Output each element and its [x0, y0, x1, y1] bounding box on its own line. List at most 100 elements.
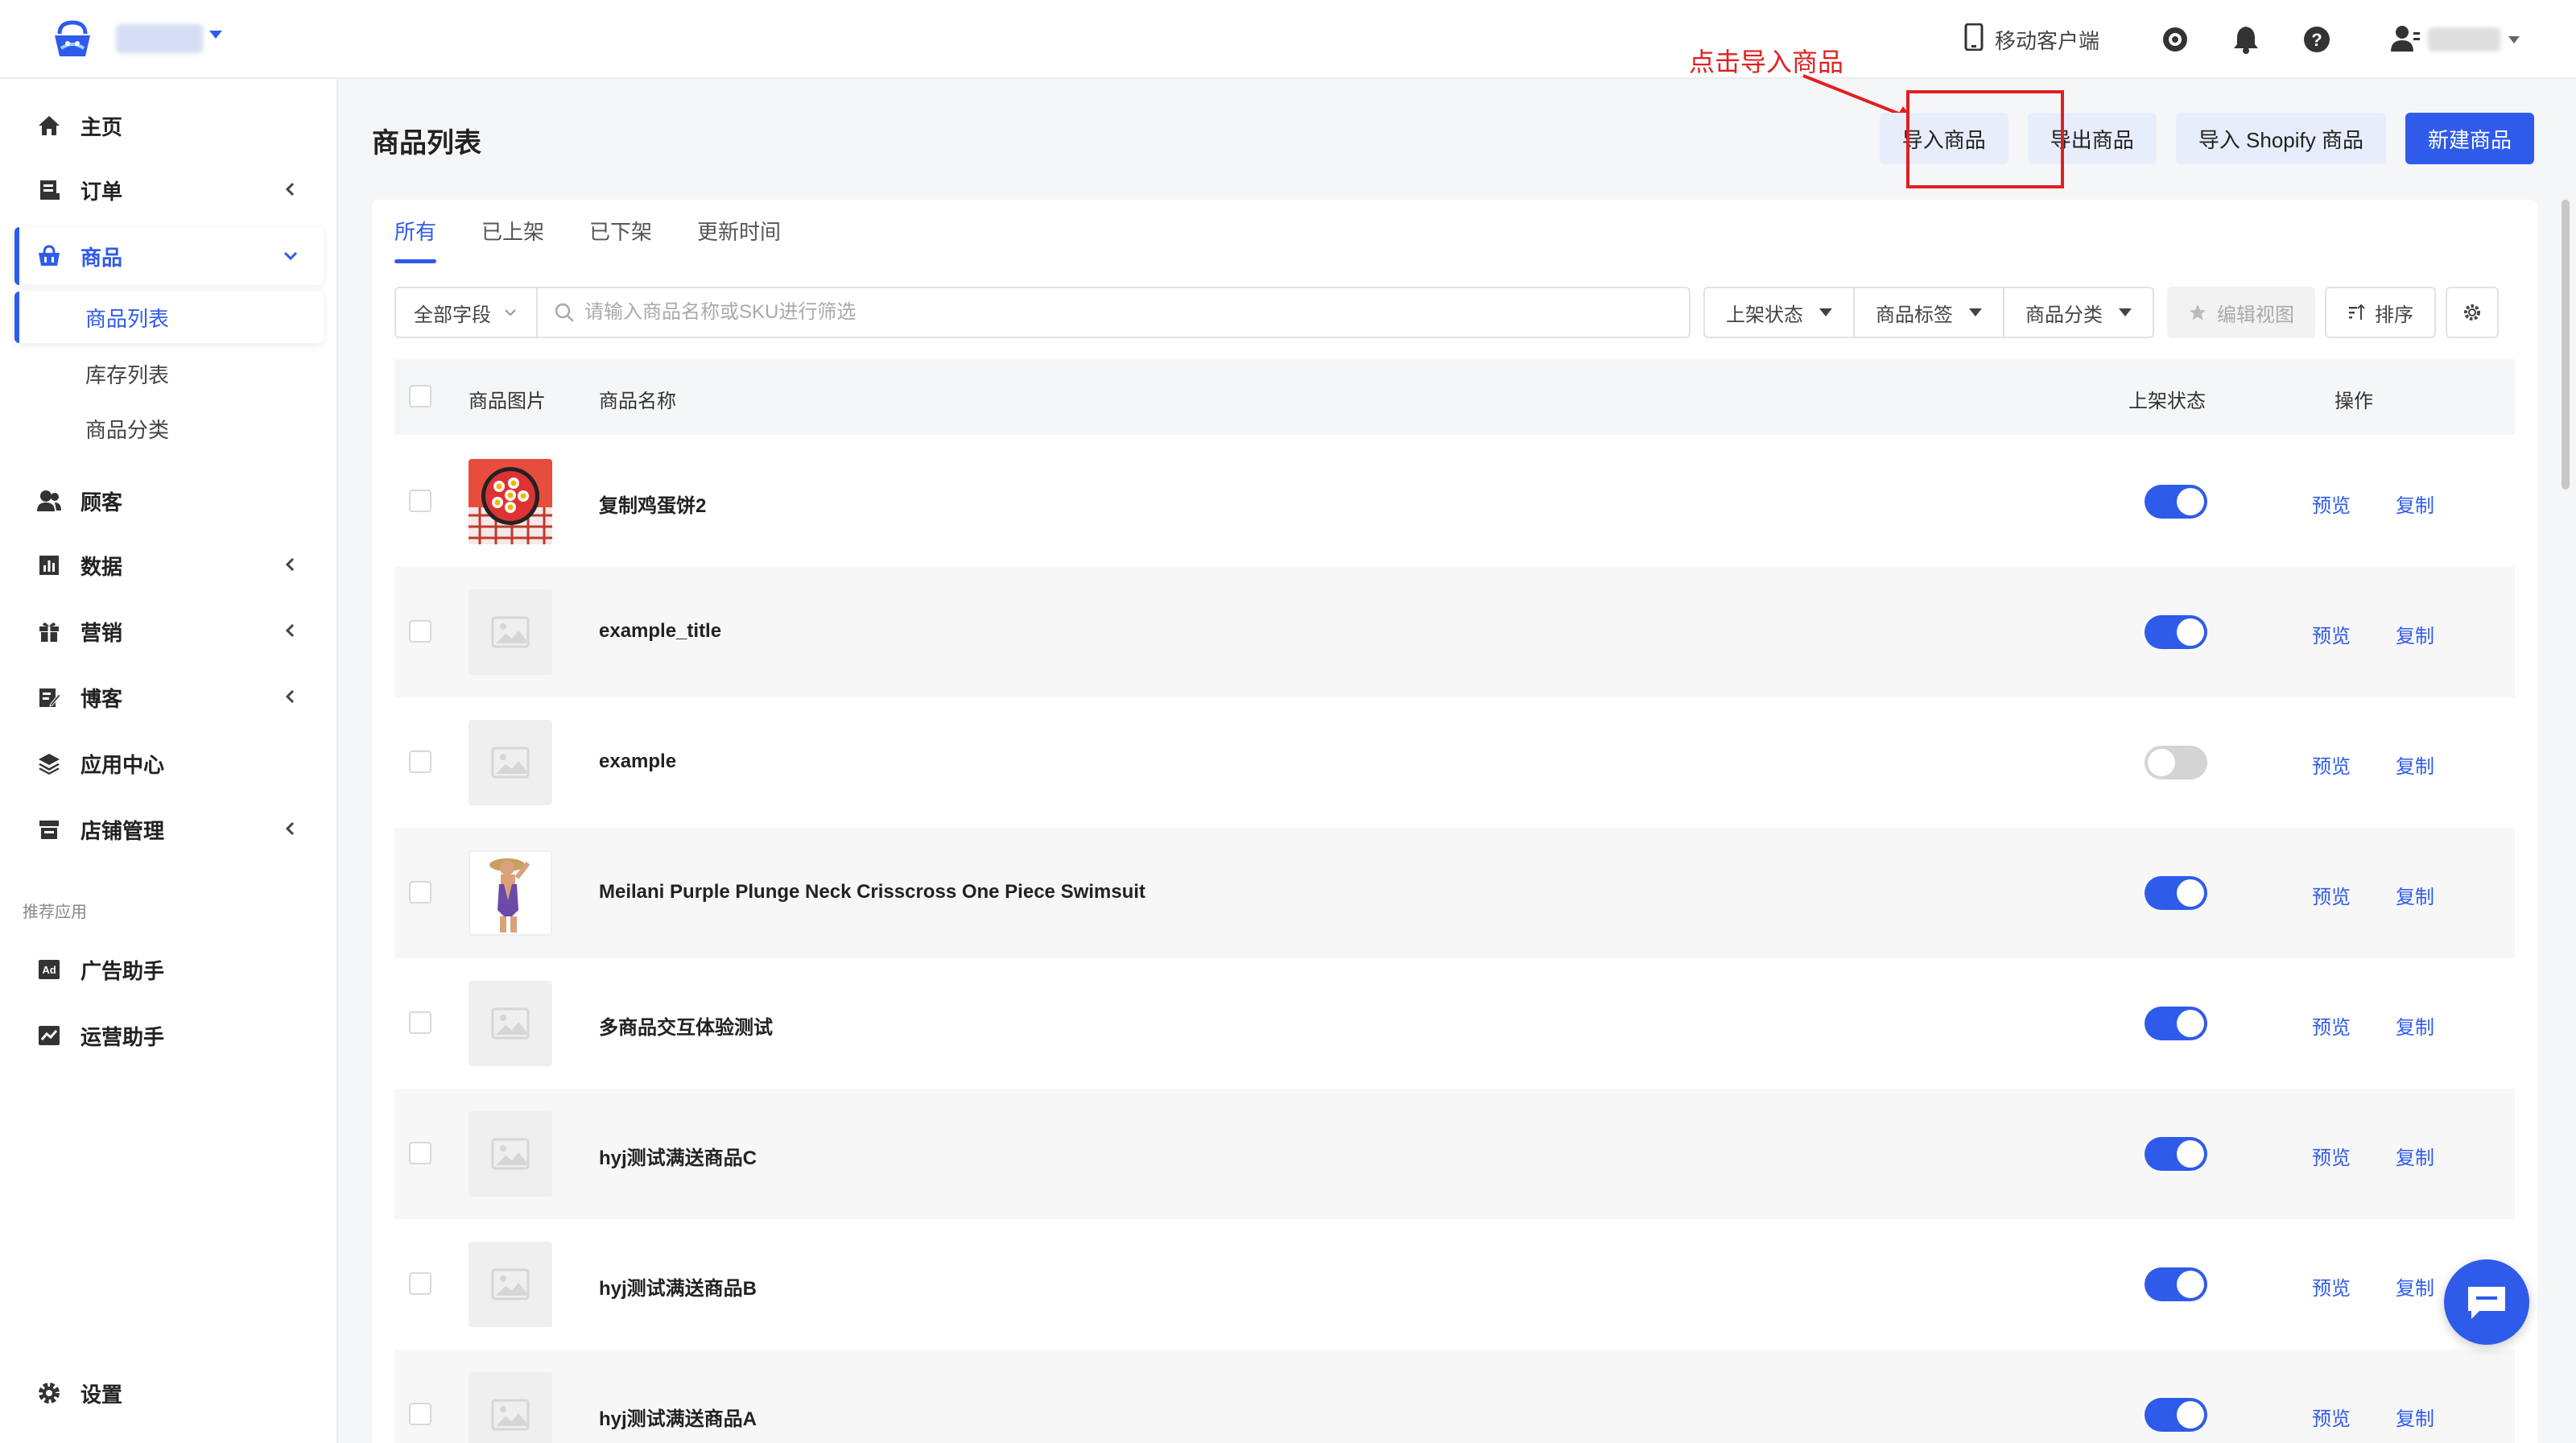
sidebar-item-store-management[interactable]: 店铺管理	[14, 800, 324, 858]
page-title: 商品列表	[372, 128, 481, 159]
sidebar-item-settings[interactable]: 设置	[14, 1364, 324, 1422]
product-name[interactable]: hyj测试满送商品C	[599, 1142, 757, 1170]
product-category-dropdown[interactable]: 商品分类	[2004, 288, 2153, 337]
copy-link[interactable]: 复制	[2396, 1142, 2434, 1170]
copy-link[interactable]: 复制	[2396, 620, 2434, 648]
dropdown-label: 商品分类	[2025, 304, 2103, 326]
sidebar-item-products[interactable]: 商品	[14, 227, 324, 285]
product-name[interactable]: hyj测试满送商品B	[599, 1272, 757, 1300]
store-logo-icon[interactable]	[50, 16, 95, 61]
image-placeholder-icon	[491, 1138, 530, 1170]
sidebar-item-ops-assistant[interactable]: 运营助手	[14, 1007, 324, 1065]
sidebar-item-ad-assistant[interactable]: Ad 广告助手	[14, 941, 324, 999]
preview-link[interactable]: 预览	[2312, 1142, 2351, 1170]
field-select[interactable]: 全部字段	[394, 287, 538, 338]
row-checkbox[interactable]	[409, 620, 431, 643]
sidebar-subitem-inventory[interactable]: 库存列表	[14, 348, 324, 399]
table-row[interactable]: hyj测试满送商品A 预览 复制	[394, 1350, 2515, 1443]
chat-support-button[interactable]	[2444, 1259, 2529, 1345]
product-name[interactable]: example	[599, 750, 676, 773]
preview-link[interactable]: 预览	[2312, 881, 2351, 909]
new-product-button[interactable]: 新建商品	[2405, 113, 2534, 164]
table-row[interactable]: 复制鸡蛋饼2 预览 复制	[394, 436, 2515, 567]
mobile-client-link[interactable]: 移动客户端	[1964, 23, 2099, 56]
copy-link[interactable]: 复制	[2396, 1403, 2434, 1431]
tab-unlisted[interactable]: 已下架	[589, 216, 652, 263]
tab-listed[interactable]: 已上架	[481, 216, 544, 263]
table-row[interactable]: Meilani Purple Plunge Neck Crisscross On…	[394, 828, 2515, 958]
table-row[interactable]: example 预览 复制	[394, 697, 2515, 828]
sidebar-subitem-product-list[interactable]: 商品列表	[14, 291, 324, 343]
sidebar-item-app-center[interactable]: 应用中心	[14, 734, 324, 792]
listing-status-toggle[interactable]	[2145, 876, 2207, 910]
gear-icon	[35, 1379, 63, 1407]
table-row[interactable]: 多商品交互体验测试 预览 复制	[394, 958, 2515, 1089]
tab-updated-time[interactable]: 更新时间	[697, 216, 781, 263]
sort-button[interactable]: 排序	[2325, 287, 2436, 338]
preview-link[interactable]: 预览	[2312, 490, 2351, 518]
sidebar-item-marketing[interactable]: 营销	[14, 602, 324, 660]
row-checkbox[interactable]	[409, 490, 431, 512]
preview-link[interactable]: 预览	[2312, 1272, 2351, 1300]
preview-link[interactable]: 预览	[2312, 1011, 2351, 1040]
column-header-image: 商品图片	[469, 391, 546, 412]
sidebar-item-data[interactable]: 数据	[14, 536, 324, 594]
product-name[interactable]: 多商品交互体验测试	[599, 1011, 773, 1040]
image-placeholder-icon	[491, 616, 530, 648]
product-name[interactable]: example_title	[599, 620, 721, 643]
product-name[interactable]: hyj测试满送商品A	[599, 1403, 757, 1431]
table-row[interactable]: hyj测试满送商品B 预览 复制	[394, 1219, 2515, 1350]
scrollbar[interactable]	[2562, 200, 2570, 490]
listing-status-dropdown[interactable]: 上架状态	[1705, 288, 1855, 337]
product-image	[469, 850, 552, 936]
bell-icon[interactable]	[2228, 22, 2264, 57]
store-switcher[interactable]	[116, 24, 203, 53]
dropdown-label: 商品标签	[1876, 304, 1953, 326]
product-name[interactable]: 复制鸡蛋饼2	[599, 490, 706, 518]
table-settings-button[interactable]	[2446, 287, 2499, 338]
tab-all[interactable]: 所有	[394, 216, 437, 263]
preview-link[interactable]: 预览	[2312, 620, 2351, 648]
row-checkbox[interactable]	[409, 750, 431, 773]
copy-link[interactable]: 复制	[2396, 1011, 2434, 1040]
row-checkbox[interactable]	[409, 1272, 431, 1295]
preview-link[interactable]: 预览	[2312, 750, 2351, 779]
sidebar-item-home[interactable]: 主页	[14, 97, 324, 155]
copy-link[interactable]: 复制	[2396, 750, 2434, 779]
product-tag-dropdown[interactable]: 商品标签	[1855, 288, 2004, 337]
chat-icon	[2468, 1287, 2505, 1319]
sidebar-subitem-categories[interactable]: 商品分类	[14, 403, 324, 454]
listing-status-toggle[interactable]	[2145, 1267, 2207, 1301]
sidebar-item-customers[interactable]: 顾客	[14, 472, 324, 530]
table-row[interactable]: hyj测试满送商品C 预览 复制	[394, 1089, 2515, 1219]
eye-icon[interactable]	[2157, 22, 2193, 57]
copy-link[interactable]: 复制	[2396, 881, 2434, 909]
chevron-left-icon	[285, 557, 295, 572]
listing-status-toggle[interactable]	[2145, 615, 2207, 649]
caret-down-icon	[1819, 308, 1832, 316]
listing-status-toggle[interactable]	[2145, 1137, 2207, 1171]
listing-status-toggle[interactable]	[2145, 1398, 2207, 1432]
row-checkbox[interactable]	[409, 881, 431, 903]
product-name[interactable]: Meilani Purple Plunge Neck Crisscross On…	[599, 881, 1146, 903]
row-checkbox[interactable]	[409, 1142, 431, 1164]
listing-status-toggle[interactable]	[2145, 485, 2207, 519]
help-icon[interactable]: ?	[2299, 22, 2334, 57]
sidebar-item-blog[interactable]: 博客	[14, 668, 324, 726]
search-input[interactable]	[584, 301, 1631, 324]
preview-link[interactable]: 预览	[2312, 1403, 2351, 1431]
listing-status-toggle[interactable]	[2145, 746, 2207, 779]
user-menu[interactable]	[2391, 24, 2520, 56]
caret-down-icon[interactable]	[209, 31, 222, 39]
import-shopify-button[interactable]: 导入 Shopify 商品	[2175, 113, 2386, 164]
row-checkbox[interactable]	[409, 1403, 431, 1425]
row-checkbox[interactable]	[409, 1011, 431, 1034]
listing-status-toggle[interactable]	[2145, 1007, 2207, 1040]
select-all-checkbox[interactable]	[409, 385, 431, 407]
table-row[interactable]: example_title 预览 复制	[394, 567, 2515, 697]
copy-link[interactable]: 复制	[2396, 490, 2434, 518]
sidebar-item-orders[interactable]: 订单	[14, 161, 324, 219]
copy-link[interactable]: 复制	[2396, 1272, 2434, 1300]
chevron-down-icon	[283, 251, 298, 261]
edit-view-button[interactable]: 编辑视图	[2167, 287, 2315, 338]
